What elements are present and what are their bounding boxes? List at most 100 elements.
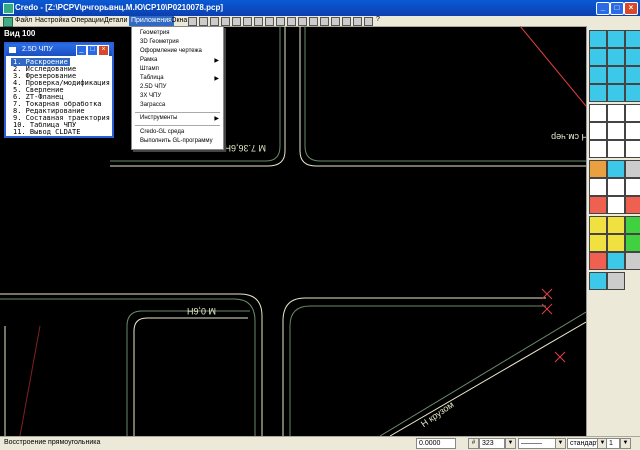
- cnc-window-titlebar[interactable]: 2.5D ЧПУ _ □ ×: [6, 44, 112, 56]
- chevron-down-icon[interactable]: ▼: [555, 438, 566, 449]
- drawing-label: М 0,6Н: [187, 306, 216, 316]
- line-tool-button[interactable]: [607, 104, 625, 122]
- menu-applications[interactable]: Приложения: [129, 16, 174, 26]
- linetype-field[interactable]: ———: [518, 438, 556, 449]
- tool-icon[interactable]: [309, 17, 318, 26]
- menu-item-zagrassa[interactable]: Заграсса: [140, 102, 165, 108]
- close-button[interactable]: ×: [624, 2, 638, 15]
- tool-icon[interactable]: [199, 17, 208, 26]
- arc-tool-button[interactable]: [607, 196, 625, 214]
- line-tool-button[interactable]: [625, 104, 640, 122]
- menu-operations[interactable]: Операции: [71, 17, 104, 24]
- menu-item-3x-cnc[interactable]: 3X ЧПУ: [140, 93, 161, 99]
- menu-item-run-gl[interactable]: Выполнить GL-программу: [140, 138, 213, 144]
- help-menu[interactable]: ?: [376, 16, 380, 23]
- line-tool-button[interactable]: [607, 140, 625, 158]
- tool-icon[interactable]: [188, 17, 197, 26]
- line-tool-button[interactable]: [607, 122, 625, 140]
- edit-tool-button[interactable]: [589, 160, 607, 178]
- tool-icon[interactable]: [331, 17, 340, 26]
- point-tool-button[interactable]: [589, 48, 607, 66]
- point-tool-button[interactable]: [607, 30, 625, 48]
- menu-settings[interactable]: Настройка: [35, 17, 69, 24]
- layer-icon[interactable]: #: [468, 438, 479, 449]
- text-tool-button[interactable]: [625, 252, 640, 270]
- line-tool-button[interactable]: [625, 140, 640, 158]
- dimension-tool-button[interactable]: [607, 234, 625, 252]
- menu-file[interactable]: Файл: [15, 17, 32, 24]
- maximize-button[interactable]: □: [87, 45, 98, 56]
- hatch-tool-button[interactable]: [589, 216, 607, 234]
- list-item[interactable]: 11. Вывод CLDATE: [13, 128, 80, 136]
- tool-icon[interactable]: [221, 17, 230, 26]
- menu-details[interactable]: Детали: [104, 17, 127, 24]
- menu-item-frame[interactable]: Рамка: [140, 57, 157, 63]
- menu-item-stamp[interactable]: Штамп: [140, 66, 159, 72]
- info-tool-button[interactable]: [589, 272, 607, 290]
- pan-icon[interactable]: [254, 17, 263, 26]
- tool-icon[interactable]: [320, 17, 329, 26]
- layer-field[interactable]: 323: [479, 438, 505, 449]
- arc-tool-button[interactable]: [625, 196, 640, 214]
- menu-item-geometry[interactable]: Геометрия: [140, 30, 169, 36]
- cross-marker: [541, 288, 553, 300]
- dimension-tool-button[interactable]: [589, 234, 607, 252]
- tool-icon[interactable]: [364, 17, 373, 26]
- tool-icon[interactable]: [353, 17, 362, 26]
- coordinate-field[interactable]: 0.0000: [416, 438, 456, 449]
- maximize-button[interactable]: □: [610, 2, 624, 15]
- line-tool-button[interactable]: [589, 122, 607, 140]
- dimension-tool-button[interactable]: [625, 234, 640, 252]
- tool-icon[interactable]: [287, 17, 296, 26]
- zoom-window-icon[interactable]: [276, 17, 285, 26]
- chevron-down-icon[interactable]: ▼: [620, 438, 631, 449]
- road-edge: [304, 26, 586, 162]
- tool-icon[interactable]: [243, 17, 252, 26]
- point-tool-button[interactable]: [589, 66, 607, 84]
- hatch-tool-button[interactable]: [625, 216, 640, 234]
- menu-item-table[interactable]: Таблица: [140, 75, 164, 81]
- tool-icon[interactable]: [298, 17, 307, 26]
- menu-windows[interactable]: Окна: [171, 17, 187, 24]
- circle-tool-button[interactable]: [625, 178, 640, 196]
- arc-tool-button[interactable]: [589, 196, 607, 214]
- point-tool-button[interactable]: [607, 48, 625, 66]
- circle-tool-button[interactable]: [589, 178, 607, 196]
- point-tool-button[interactable]: [589, 30, 607, 48]
- tool-icon[interactable]: [210, 17, 219, 26]
- menu-item-tools[interactable]: Инструменты: [140, 115, 177, 121]
- info-tool-button[interactable]: [625, 84, 640, 102]
- text-tool-button[interactable]: [607, 252, 625, 270]
- chevron-down-icon[interactable]: ▼: [505, 438, 516, 449]
- line-tool-button[interactable]: [589, 104, 607, 122]
- info-tool-button[interactable]: [607, 84, 625, 102]
- tools-palette: [586, 26, 640, 438]
- point-tool-button[interactable]: [625, 48, 640, 66]
- menu-item-25d-cnc[interactable]: 2.5D ЧПУ: [140, 84, 166, 90]
- view-label: Вид 100: [4, 29, 36, 38]
- minimize-button[interactable]: _: [76, 45, 87, 56]
- line-tool-button[interactable]: [625, 122, 640, 140]
- info-tool-button[interactable]: [589, 84, 607, 102]
- minimize-button[interactable]: _: [596, 2, 610, 15]
- info-tool-button[interactable]: [607, 272, 625, 290]
- style-field[interactable]: стандарт: [567, 438, 599, 449]
- edit-tool-button[interactable]: [607, 160, 625, 178]
- red-line: [519, 26, 586, 107]
- circle-tool-button[interactable]: [607, 178, 625, 196]
- close-button[interactable]: ×: [98, 45, 109, 56]
- menu-item-credo-gl[interactable]: Credo-GL среда: [140, 129, 184, 135]
- hatch-tool-button[interactable]: [607, 216, 625, 234]
- text-tool-button[interactable]: [589, 252, 607, 270]
- edit-tool-button[interactable]: [625, 160, 640, 178]
- tool-icon[interactable]: [342, 17, 351, 26]
- point-tool-button[interactable]: [625, 30, 640, 48]
- menu-item-drawing-design[interactable]: Оформление чертежа: [140, 48, 202, 54]
- point-tool-button[interactable]: [625, 66, 640, 84]
- scale-field[interactable]: 1: [606, 438, 620, 449]
- menu-item-3d-geometry[interactable]: 3D Геометрия: [140, 39, 179, 45]
- tool-icon[interactable]: [232, 17, 241, 26]
- line-tool-button[interactable]: [589, 140, 607, 158]
- point-tool-button[interactable]: [607, 66, 625, 84]
- zoom-icon[interactable]: [265, 17, 274, 26]
